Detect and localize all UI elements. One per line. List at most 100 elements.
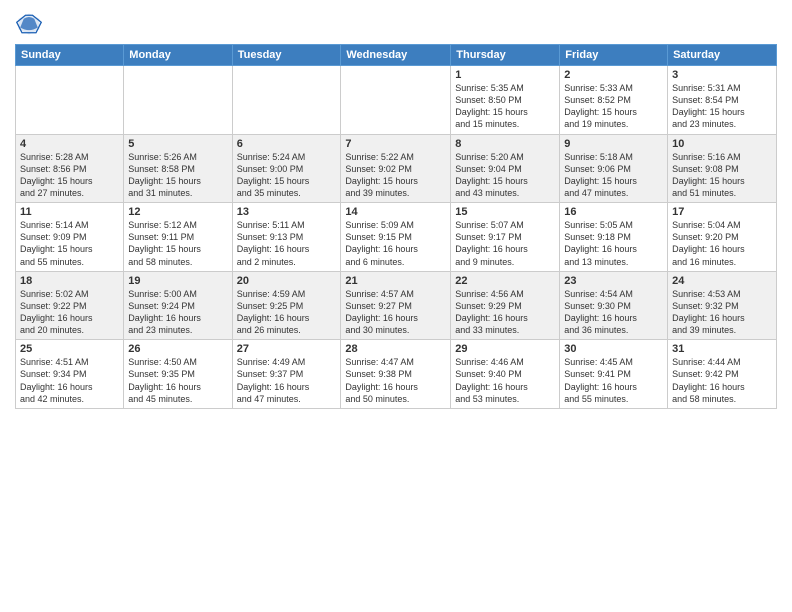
calendar-week-2: 4Sunrise: 5:28 AM Sunset: 8:56 PM Daylig…	[16, 134, 777, 203]
day-info: Sunrise: 5:07 AM Sunset: 9:17 PM Dayligh…	[455, 219, 555, 268]
calendar: SundayMondayTuesdayWednesdayThursdayFrid…	[15, 44, 777, 409]
calendar-week-5: 25Sunrise: 4:51 AM Sunset: 9:34 PM Dayli…	[16, 340, 777, 409]
calendar-cell: 13Sunrise: 5:11 AM Sunset: 9:13 PM Dayli…	[232, 203, 341, 272]
day-info: Sunrise: 4:44 AM Sunset: 9:42 PM Dayligh…	[672, 356, 772, 405]
calendar-cell: 16Sunrise: 5:05 AM Sunset: 9:18 PM Dayli…	[560, 203, 668, 272]
calendar-cell	[341, 66, 451, 135]
calendar-cell: 30Sunrise: 4:45 AM Sunset: 9:41 PM Dayli…	[560, 340, 668, 409]
calendar-cell: 1Sunrise: 5:35 AM Sunset: 8:50 PM Daylig…	[451, 66, 560, 135]
day-info: Sunrise: 5:05 AM Sunset: 9:18 PM Dayligh…	[564, 219, 663, 268]
day-number: 9	[564, 138, 663, 150]
calendar-cell	[16, 66, 124, 135]
calendar-cell: 21Sunrise: 4:57 AM Sunset: 9:27 PM Dayli…	[341, 271, 451, 340]
calendar-cell: 18Sunrise: 5:02 AM Sunset: 9:22 PM Dayli…	[16, 271, 124, 340]
day-number: 31	[672, 343, 772, 355]
calendar-cell: 6Sunrise: 5:24 AM Sunset: 9:00 PM Daylig…	[232, 134, 341, 203]
day-number: 12	[128, 206, 227, 218]
day-number: 5	[128, 138, 227, 150]
day-info: Sunrise: 5:14 AM Sunset: 9:09 PM Dayligh…	[20, 219, 119, 268]
calendar-week-4: 18Sunrise: 5:02 AM Sunset: 9:22 PM Dayli…	[16, 271, 777, 340]
day-number: 16	[564, 206, 663, 218]
day-info: Sunrise: 5:12 AM Sunset: 9:11 PM Dayligh…	[128, 219, 227, 268]
day-info: Sunrise: 5:33 AM Sunset: 8:52 PM Dayligh…	[564, 82, 663, 131]
day-number: 4	[20, 138, 119, 150]
calendar-cell: 14Sunrise: 5:09 AM Sunset: 9:15 PM Dayli…	[341, 203, 451, 272]
day-info: Sunrise: 4:53 AM Sunset: 9:32 PM Dayligh…	[672, 288, 772, 337]
day-number: 20	[237, 275, 337, 287]
day-number: 8	[455, 138, 555, 150]
calendar-cell: 12Sunrise: 5:12 AM Sunset: 9:11 PM Dayli…	[124, 203, 232, 272]
calendar-header-row: SundayMondayTuesdayWednesdayThursdayFrid…	[16, 45, 777, 66]
calendar-cell: 3Sunrise: 5:31 AM Sunset: 8:54 PM Daylig…	[668, 66, 777, 135]
calendar-cell: 20Sunrise: 4:59 AM Sunset: 9:25 PM Dayli…	[232, 271, 341, 340]
day-info: Sunrise: 5:28 AM Sunset: 8:56 PM Dayligh…	[20, 151, 119, 200]
calendar-cell: 17Sunrise: 5:04 AM Sunset: 9:20 PM Dayli…	[668, 203, 777, 272]
calendar-cell: 31Sunrise: 4:44 AM Sunset: 9:42 PM Dayli…	[668, 340, 777, 409]
day-number: 18	[20, 275, 119, 287]
day-number: 14	[345, 206, 446, 218]
calendar-cell: 9Sunrise: 5:18 AM Sunset: 9:06 PM Daylig…	[560, 134, 668, 203]
calendar-cell: 5Sunrise: 5:26 AM Sunset: 8:58 PM Daylig…	[124, 134, 232, 203]
calendar-cell: 29Sunrise: 4:46 AM Sunset: 9:40 PM Dayli…	[451, 340, 560, 409]
day-info: Sunrise: 4:56 AM Sunset: 9:29 PM Dayligh…	[455, 288, 555, 337]
calendar-week-3: 11Sunrise: 5:14 AM Sunset: 9:09 PM Dayli…	[16, 203, 777, 272]
day-header-friday: Friday	[560, 45, 668, 66]
calendar-cell: 26Sunrise: 4:50 AM Sunset: 9:35 PM Dayli…	[124, 340, 232, 409]
day-info: Sunrise: 4:51 AM Sunset: 9:34 PM Dayligh…	[20, 356, 119, 405]
day-info: Sunrise: 5:22 AM Sunset: 9:02 PM Dayligh…	[345, 151, 446, 200]
calendar-cell: 19Sunrise: 5:00 AM Sunset: 9:24 PM Dayli…	[124, 271, 232, 340]
page: SundayMondayTuesdayWednesdayThursdayFrid…	[0, 0, 792, 612]
day-header-wednesday: Wednesday	[341, 45, 451, 66]
day-info: Sunrise: 4:46 AM Sunset: 9:40 PM Dayligh…	[455, 356, 555, 405]
calendar-cell: 15Sunrise: 5:07 AM Sunset: 9:17 PM Dayli…	[451, 203, 560, 272]
day-header-monday: Monday	[124, 45, 232, 66]
day-number: 28	[345, 343, 446, 355]
day-number: 19	[128, 275, 227, 287]
calendar-cell	[232, 66, 341, 135]
calendar-cell: 8Sunrise: 5:20 AM Sunset: 9:04 PM Daylig…	[451, 134, 560, 203]
calendar-cell: 4Sunrise: 5:28 AM Sunset: 8:56 PM Daylig…	[16, 134, 124, 203]
calendar-cell: 7Sunrise: 5:22 AM Sunset: 9:02 PM Daylig…	[341, 134, 451, 203]
day-number: 24	[672, 275, 772, 287]
day-info: Sunrise: 5:24 AM Sunset: 9:00 PM Dayligh…	[237, 151, 337, 200]
day-header-saturday: Saturday	[668, 45, 777, 66]
day-number: 27	[237, 343, 337, 355]
day-info: Sunrise: 4:45 AM Sunset: 9:41 PM Dayligh…	[564, 356, 663, 405]
day-number: 13	[237, 206, 337, 218]
day-number: 6	[237, 138, 337, 150]
day-number: 29	[455, 343, 555, 355]
day-info: Sunrise: 4:57 AM Sunset: 9:27 PM Dayligh…	[345, 288, 446, 337]
calendar-cell: 2Sunrise: 5:33 AM Sunset: 8:52 PM Daylig…	[560, 66, 668, 135]
day-number: 15	[455, 206, 555, 218]
day-info: Sunrise: 5:09 AM Sunset: 9:15 PM Dayligh…	[345, 219, 446, 268]
day-info: Sunrise: 5:18 AM Sunset: 9:06 PM Dayligh…	[564, 151, 663, 200]
day-info: Sunrise: 5:20 AM Sunset: 9:04 PM Dayligh…	[455, 151, 555, 200]
day-number: 26	[128, 343, 227, 355]
calendar-cell: 27Sunrise: 4:49 AM Sunset: 9:37 PM Dayli…	[232, 340, 341, 409]
day-header-sunday: Sunday	[16, 45, 124, 66]
day-info: Sunrise: 4:50 AM Sunset: 9:35 PM Dayligh…	[128, 356, 227, 405]
day-number: 7	[345, 138, 446, 150]
calendar-cell: 22Sunrise: 4:56 AM Sunset: 9:29 PM Dayli…	[451, 271, 560, 340]
day-info: Sunrise: 5:11 AM Sunset: 9:13 PM Dayligh…	[237, 219, 337, 268]
calendar-cell	[124, 66, 232, 135]
day-info: Sunrise: 5:16 AM Sunset: 9:08 PM Dayligh…	[672, 151, 772, 200]
calendar-cell: 28Sunrise: 4:47 AM Sunset: 9:38 PM Dayli…	[341, 340, 451, 409]
day-info: Sunrise: 5:31 AM Sunset: 8:54 PM Dayligh…	[672, 82, 772, 131]
day-info: Sunrise: 4:49 AM Sunset: 9:37 PM Dayligh…	[237, 356, 337, 405]
day-number: 17	[672, 206, 772, 218]
day-number: 11	[20, 206, 119, 218]
day-info: Sunrise: 4:54 AM Sunset: 9:30 PM Dayligh…	[564, 288, 663, 337]
calendar-cell: 10Sunrise: 5:16 AM Sunset: 9:08 PM Dayli…	[668, 134, 777, 203]
day-info: Sunrise: 5:00 AM Sunset: 9:24 PM Dayligh…	[128, 288, 227, 337]
day-number: 10	[672, 138, 772, 150]
day-info: Sunrise: 4:47 AM Sunset: 9:38 PM Dayligh…	[345, 356, 446, 405]
calendar-cell: 25Sunrise: 4:51 AM Sunset: 9:34 PM Dayli…	[16, 340, 124, 409]
day-info: Sunrise: 5:04 AM Sunset: 9:20 PM Dayligh…	[672, 219, 772, 268]
day-info: Sunrise: 5:26 AM Sunset: 8:58 PM Dayligh…	[128, 151, 227, 200]
calendar-cell: 23Sunrise: 4:54 AM Sunset: 9:30 PM Dayli…	[560, 271, 668, 340]
day-info: Sunrise: 5:35 AM Sunset: 8:50 PM Dayligh…	[455, 82, 555, 131]
day-number: 21	[345, 275, 446, 287]
day-number: 23	[564, 275, 663, 287]
day-header-thursday: Thursday	[451, 45, 560, 66]
